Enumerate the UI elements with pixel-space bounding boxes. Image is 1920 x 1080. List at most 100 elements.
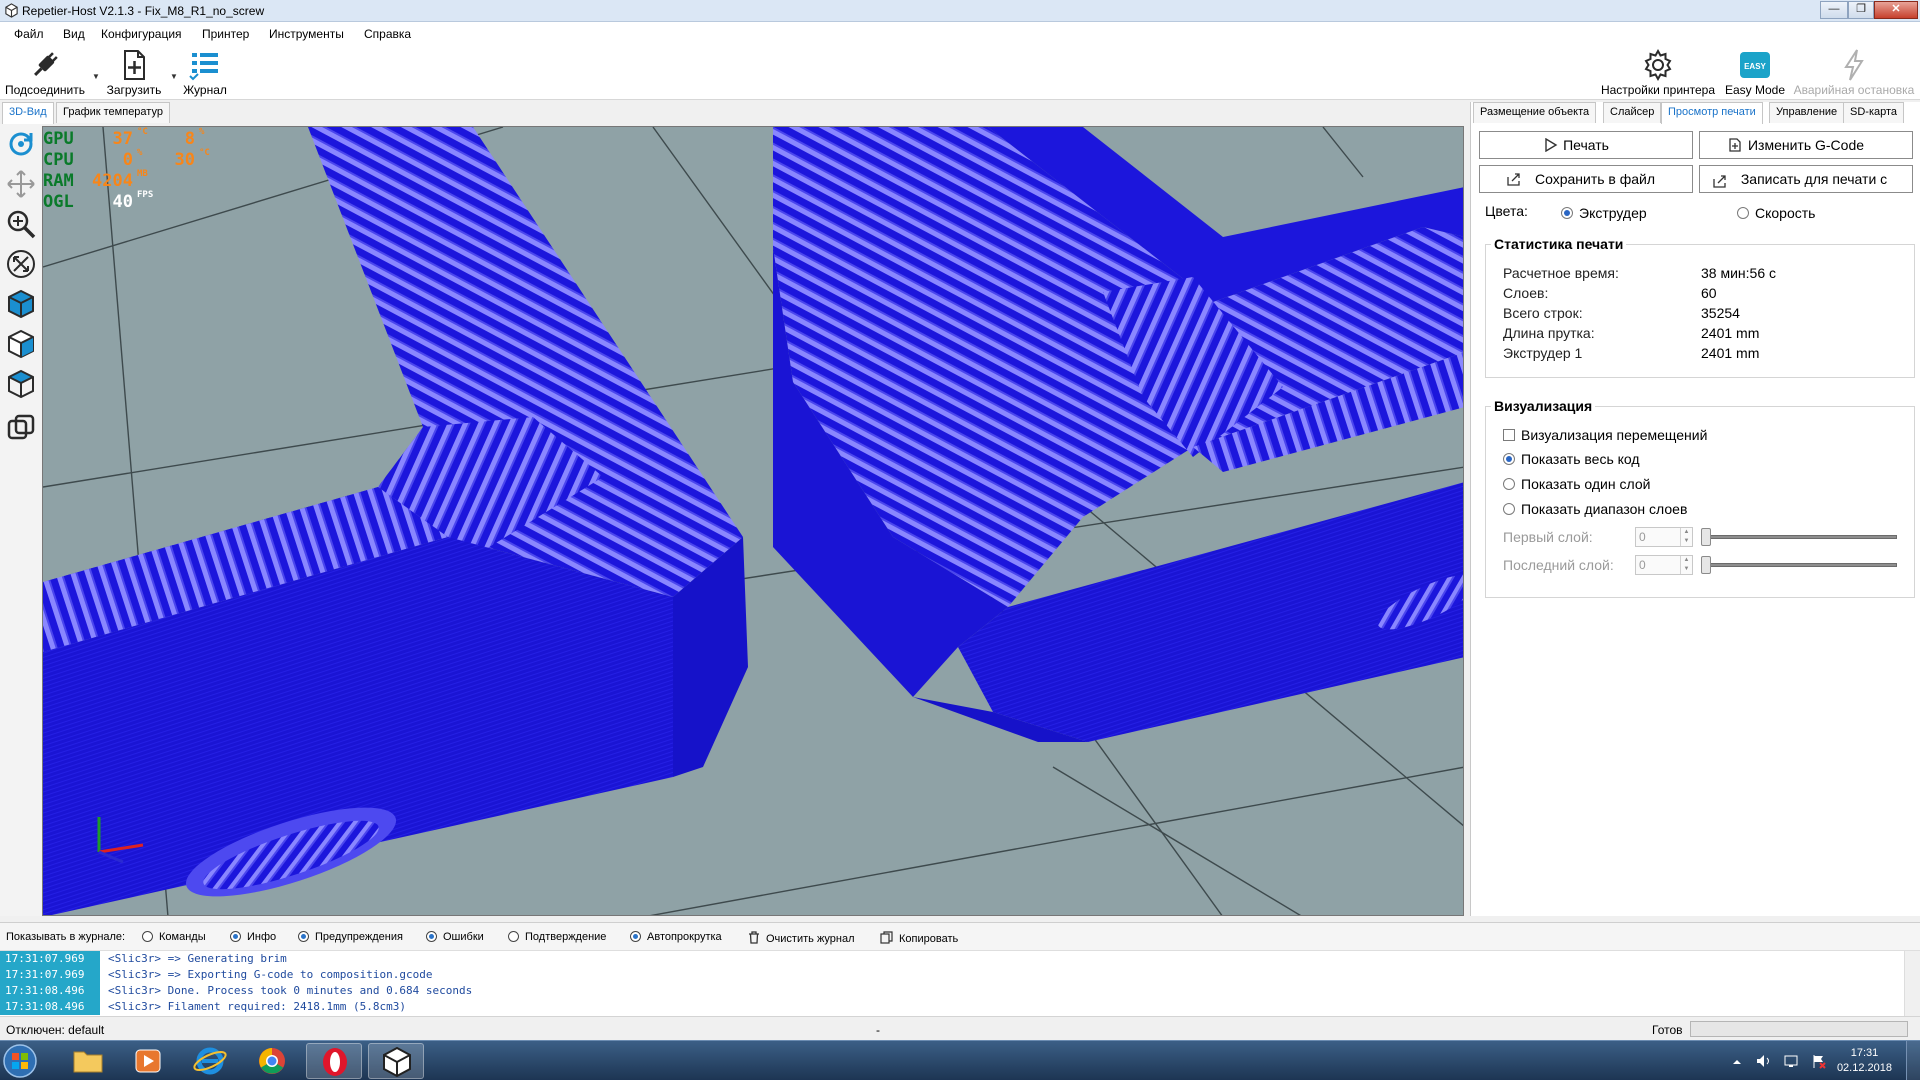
- volume-icon[interactable]: [1755, 1053, 1773, 1069]
- spin-arrows-icon[interactable]: ▲ ▼: [1680, 556, 1692, 574]
- network-icon[interactable]: [1783, 1053, 1801, 1069]
- hud-cpu: CPU 0 % 30 °C: [43, 148, 210, 170]
- menu-printer[interactable]: Принтер: [202, 27, 249, 41]
- menu-view[interactable]: Вид: [63, 27, 85, 41]
- show-layer-range-radio[interactable]: Показать диапазон слоев: [1503, 501, 1687, 517]
- load-button[interactable]: Загрузить: [102, 46, 166, 98]
- stat-label: Расчетное время:: [1503, 265, 1619, 281]
- stat-value: 2401 mm: [1701, 325, 1760, 341]
- tab-print-preview[interactable]: Просмотр печати: [1661, 102, 1763, 124]
- print-button[interactable]: Печать: [1479, 131, 1693, 159]
- first-layer-slider-track[interactable]: [1701, 535, 1897, 539]
- cube-front-icon[interactable]: [5, 288, 37, 320]
- status-bar: Отключен: default - Готов: [0, 1016, 1920, 1040]
- taskbar-ie[interactable]: [182, 1043, 238, 1079]
- last-layer-slider-track[interactable]: [1701, 563, 1897, 567]
- menu-tools[interactable]: Инструменты: [269, 27, 344, 41]
- easy-mode-button[interactable]: EASY Easy Mode: [1722, 46, 1788, 98]
- first-layer-label: Первый слой:: [1503, 529, 1593, 545]
- fit-view-icon[interactable]: [5, 248, 37, 280]
- tab-sd-card[interactable]: SD-карта: [1843, 102, 1905, 123]
- ready-status: Готов: [1652, 1023, 1683, 1037]
- show-single-layer-radio[interactable]: Показать один слой: [1503, 476, 1650, 492]
- print-stats-title: Статистика печати: [1491, 236, 1627, 252]
- first-layer-slider-thumb[interactable]: [1701, 528, 1711, 546]
- spin-arrows-icon[interactable]: ▲ ▼: [1680, 528, 1692, 546]
- load-dropdown-icon[interactable]: ▼: [170, 72, 178, 82]
- color-speed-radio[interactable]: Скорость: [1737, 205, 1815, 221]
- minimize-button[interactable]: —: [1820, 1, 1848, 19]
- show-moves-checkbox[interactable]: Визуализация перемещений: [1503, 427, 1707, 443]
- cube-side-icon[interactable]: [5, 328, 37, 360]
- stat-value: 38 мин:56 с: [1701, 265, 1776, 281]
- log-ack-toggle[interactable]: Подтверждение: [508, 931, 606, 943]
- save-to-file-button[interactable]: Сохранить в файл: [1479, 165, 1693, 193]
- log-line: 17:31:07.969 <Slic3r> => Generating brim: [0, 951, 1904, 967]
- taskbar-chrome[interactable]: [244, 1043, 300, 1079]
- log-autoscroll-toggle[interactable]: Автопрокрутка: [630, 931, 722, 943]
- tab-manual-control[interactable]: Управление: [1769, 102, 1845, 123]
- cube-top-icon[interactable]: [5, 368, 37, 400]
- right-panel: Размещение объекта Слайсер Просмотр печа…: [1470, 102, 1920, 916]
- load-label: Загрузить: [106, 83, 162, 97]
- 3d-viewport[interactable]: GPU 37 °C 8 % CPU 0 % 30 °C RAM 4204 MB …: [42, 126, 1464, 916]
- log-panel[interactable]: 17:31:07.969 <Slic3r> => Generating brim …: [0, 950, 1920, 1017]
- move-icon[interactable]: [5, 168, 37, 200]
- tray-arrow-icon[interactable]: [1730, 1055, 1744, 1069]
- tab-temperature-graph[interactable]: График температур: [56, 102, 170, 123]
- lightning-icon: [1844, 49, 1864, 81]
- radio-indicator: [1503, 503, 1515, 515]
- show-all-code-radio[interactable]: Показать весь код: [1503, 451, 1640, 467]
- clear-log-button[interactable]: Очистить журнал: [748, 931, 855, 945]
- log-scrollbar[interactable]: [1904, 951, 1920, 1017]
- log-info-toggle[interactable]: Инфо: [230, 931, 276, 943]
- rotate-icon[interactable]: [5, 128, 37, 160]
- restore-button[interactable]: ❐: [1848, 1, 1874, 19]
- color-extruder-radio[interactable]: Экструдер: [1561, 205, 1647, 221]
- connect-dropdown-icon[interactable]: ▼: [92, 72, 100, 82]
- zoom-icon[interactable]: [5, 208, 37, 240]
- start-button[interactable]: [0, 1043, 52, 1079]
- print-label: Печать: [1563, 137, 1609, 153]
- write-sd-label: Записать для печати с: [1740, 171, 1888, 187]
- edit-gcode-button[interactable]: Изменить G-Code: [1699, 131, 1913, 159]
- toggle-indicator: [630, 931, 641, 942]
- show-desktop-button[interactable]: [1906, 1041, 1920, 1080]
- close-button[interactable]: ✕: [1874, 1, 1918, 19]
- log-errors-toggle[interactable]: Ошибки: [426, 931, 484, 943]
- radio-indicator: [1503, 478, 1515, 490]
- system-clock[interactable]: 17:31 02.12.2018: [1837, 1046, 1892, 1076]
- hud-ram: RAM 4204 MB: [43, 169, 148, 191]
- menu-file[interactable]: Файл: [14, 27, 44, 41]
- add-file-icon: [124, 50, 145, 80]
- parallel-projection-icon[interactable]: [5, 412, 37, 444]
- first-layer-input[interactable]: 0 ▲ ▼: [1635, 527, 1693, 547]
- tab-3d-view[interactable]: 3D-Вид: [2, 102, 54, 124]
- log-commands-toggle[interactable]: Команды: [142, 931, 206, 943]
- connect-button[interactable]: Подсоединить: [2, 46, 88, 98]
- export-sd-icon: [1713, 175, 1726, 188]
- log-warnings-toggle[interactable]: Предупреждения: [298, 931, 403, 943]
- taskbar-explorer[interactable]: [60, 1043, 116, 1079]
- log-button[interactable]: Журнал: [178, 46, 232, 98]
- last-layer-input[interactable]: 0 ▲ ▼: [1635, 555, 1693, 575]
- copy-log-button[interactable]: Копировать: [880, 931, 958, 945]
- save-to-file-label: Сохранить в файл: [1534, 171, 1656, 187]
- printer-settings-button[interactable]: Настройки принтера: [1598, 46, 1718, 98]
- toggle-indicator: [142, 931, 153, 942]
- write-sd-button[interactable]: Записать для печати с: [1699, 165, 1913, 193]
- taskbar-opera[interactable]: [306, 1043, 362, 1079]
- play-icon: [1545, 138, 1558, 152]
- toggle-indicator: [230, 931, 241, 942]
- menu-help[interactable]: Справка: [364, 27, 411, 41]
- menu-config[interactable]: Конфигурация: [101, 27, 182, 41]
- taskbar-repetier[interactable]: [368, 1043, 424, 1079]
- connection-status: Отключен: default: [6, 1023, 105, 1037]
- flag-icon[interactable]: [1810, 1053, 1828, 1069]
- tab-object-placement[interactable]: Размещение объекта: [1473, 102, 1597, 123]
- taskbar-media[interactable]: [120, 1043, 176, 1079]
- connect-label: Подсоединить: [4, 83, 86, 97]
- last-layer-slider-thumb[interactable]: [1701, 556, 1711, 574]
- tab-slicer[interactable]: Слайсер: [1603, 102, 1662, 123]
- emergency-stop-button[interactable]: Аварийная остановка: [1792, 46, 1916, 98]
